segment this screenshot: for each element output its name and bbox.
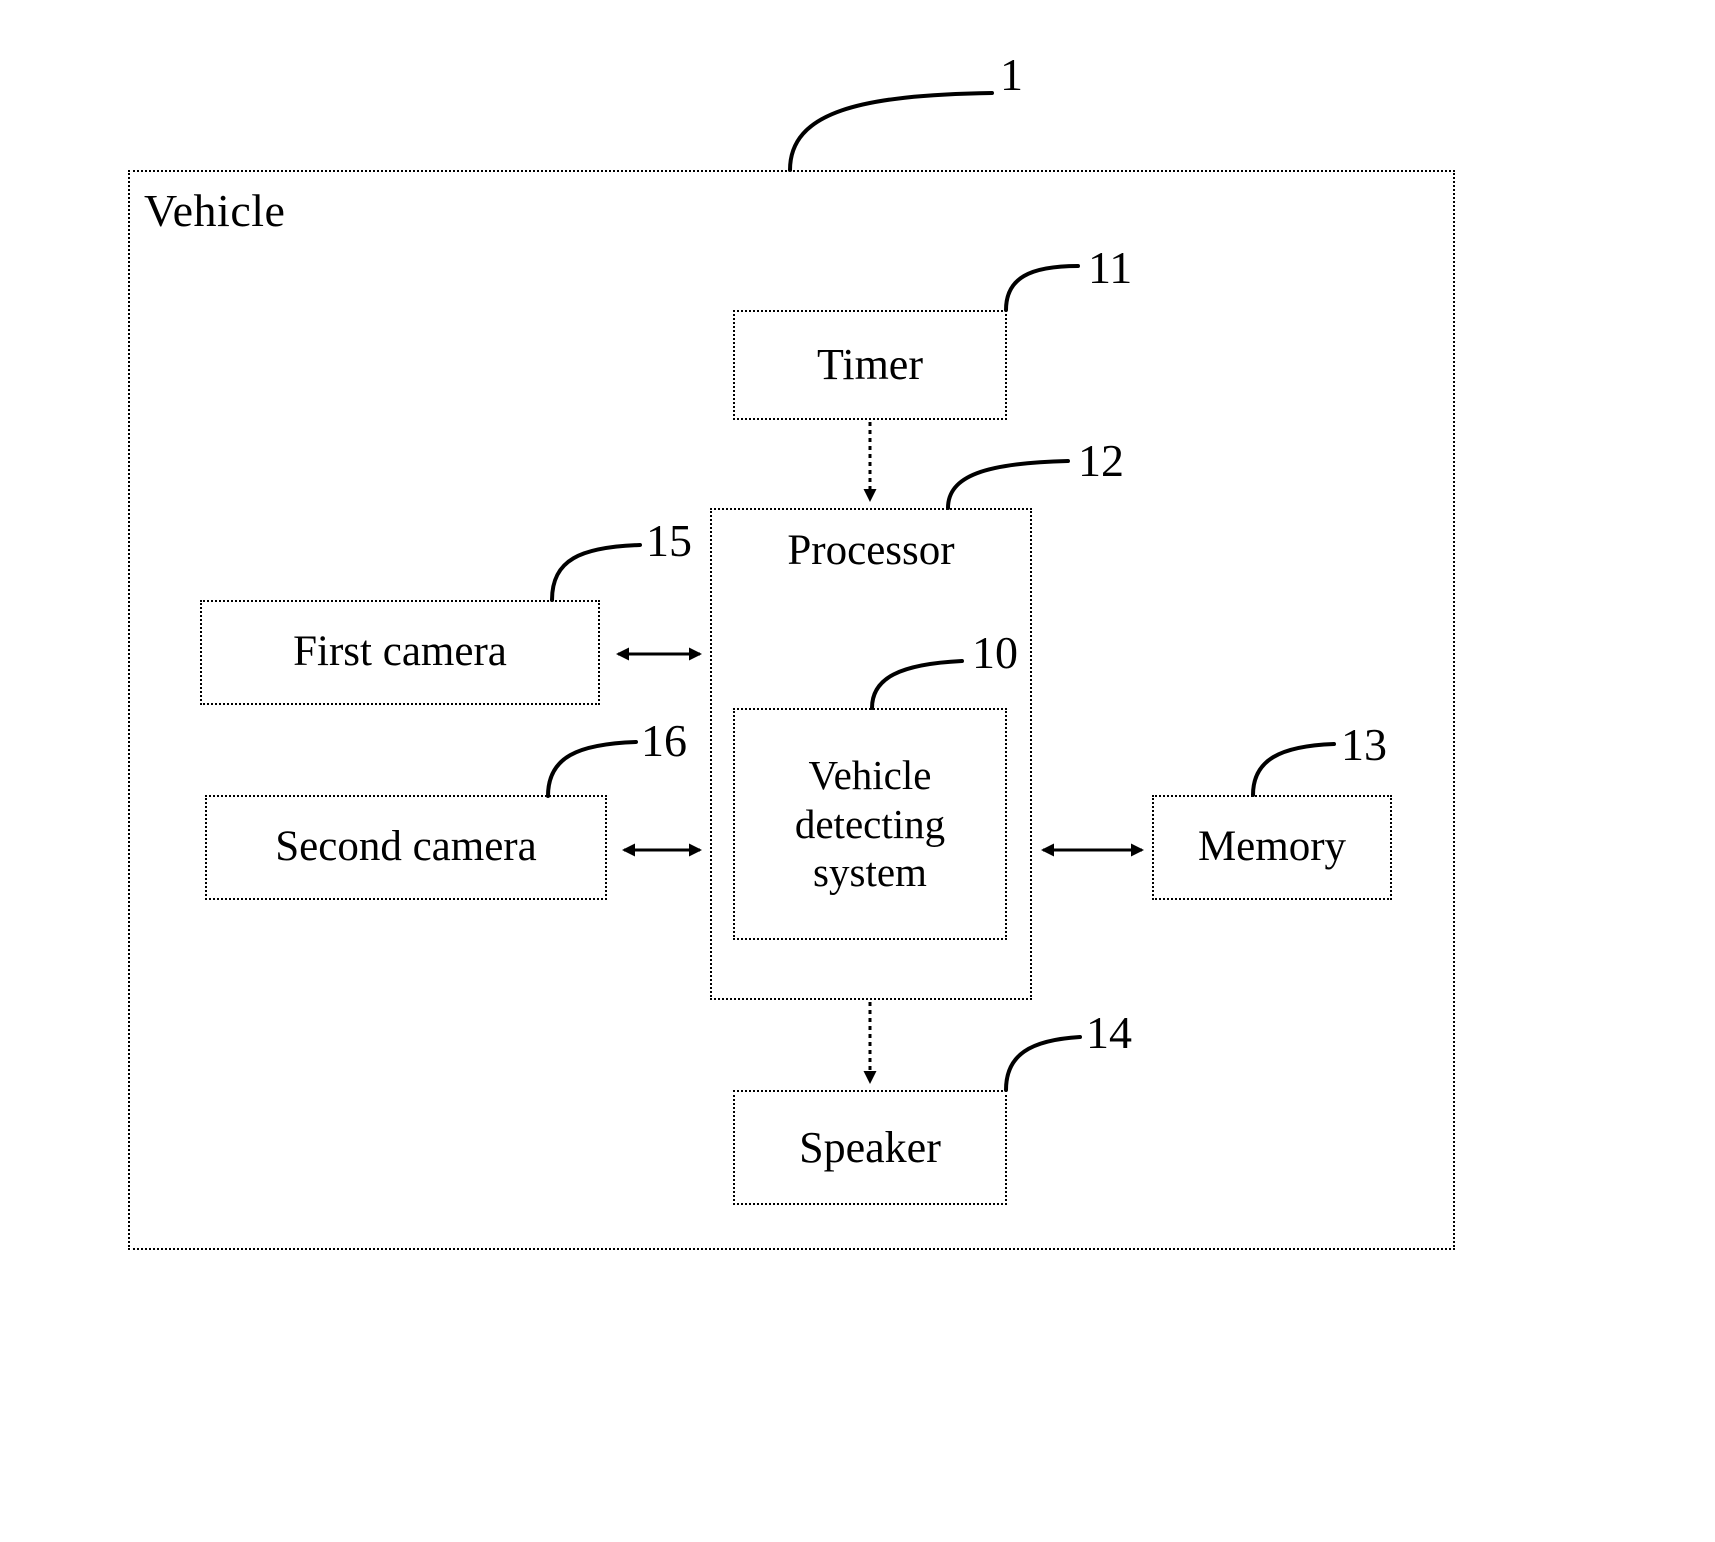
first-camera-label: First camera: [293, 628, 507, 676]
vehicle-container-label: Vehicle: [144, 185, 286, 236]
second-camera-label: Second camera: [275, 823, 537, 871]
reference-numeral-16: 16: [641, 715, 687, 766]
reference-numeral-13: 13: [1341, 719, 1387, 770]
reference-numeral-10: 10: [972, 627, 1018, 678]
first-camera-block: First camera: [200, 600, 600, 705]
speaker-label: Speaker: [799, 1122, 941, 1172]
vehicle-detecting-system-block: Vehicle detecting system: [733, 708, 1007, 940]
timer-label: Timer: [817, 340, 923, 390]
figure-canvas: Vehicle Timer Processor Vehicle detectin…: [0, 0, 1715, 1542]
reference-numeral-15: 15: [646, 515, 692, 566]
vehicle-detecting-system-label: Vehicle detecting system: [794, 752, 946, 896]
memory-label: Memory: [1197, 823, 1347, 871]
memory-block: Memory: [1152, 795, 1392, 900]
reference-numeral-11: 11: [1088, 242, 1133, 293]
leader-line-1: [788, 91, 994, 172]
speaker-block: Speaker: [733, 1090, 1007, 1205]
reference-numeral-14: 14: [1086, 1007, 1132, 1058]
reference-numeral-12: 12: [1078, 435, 1124, 486]
second-camera-block: Second camera: [205, 795, 607, 900]
processor-label: Processor: [787, 527, 955, 574]
reference-numeral-1: 1: [1000, 49, 1023, 100]
timer-block: Timer: [733, 310, 1007, 420]
